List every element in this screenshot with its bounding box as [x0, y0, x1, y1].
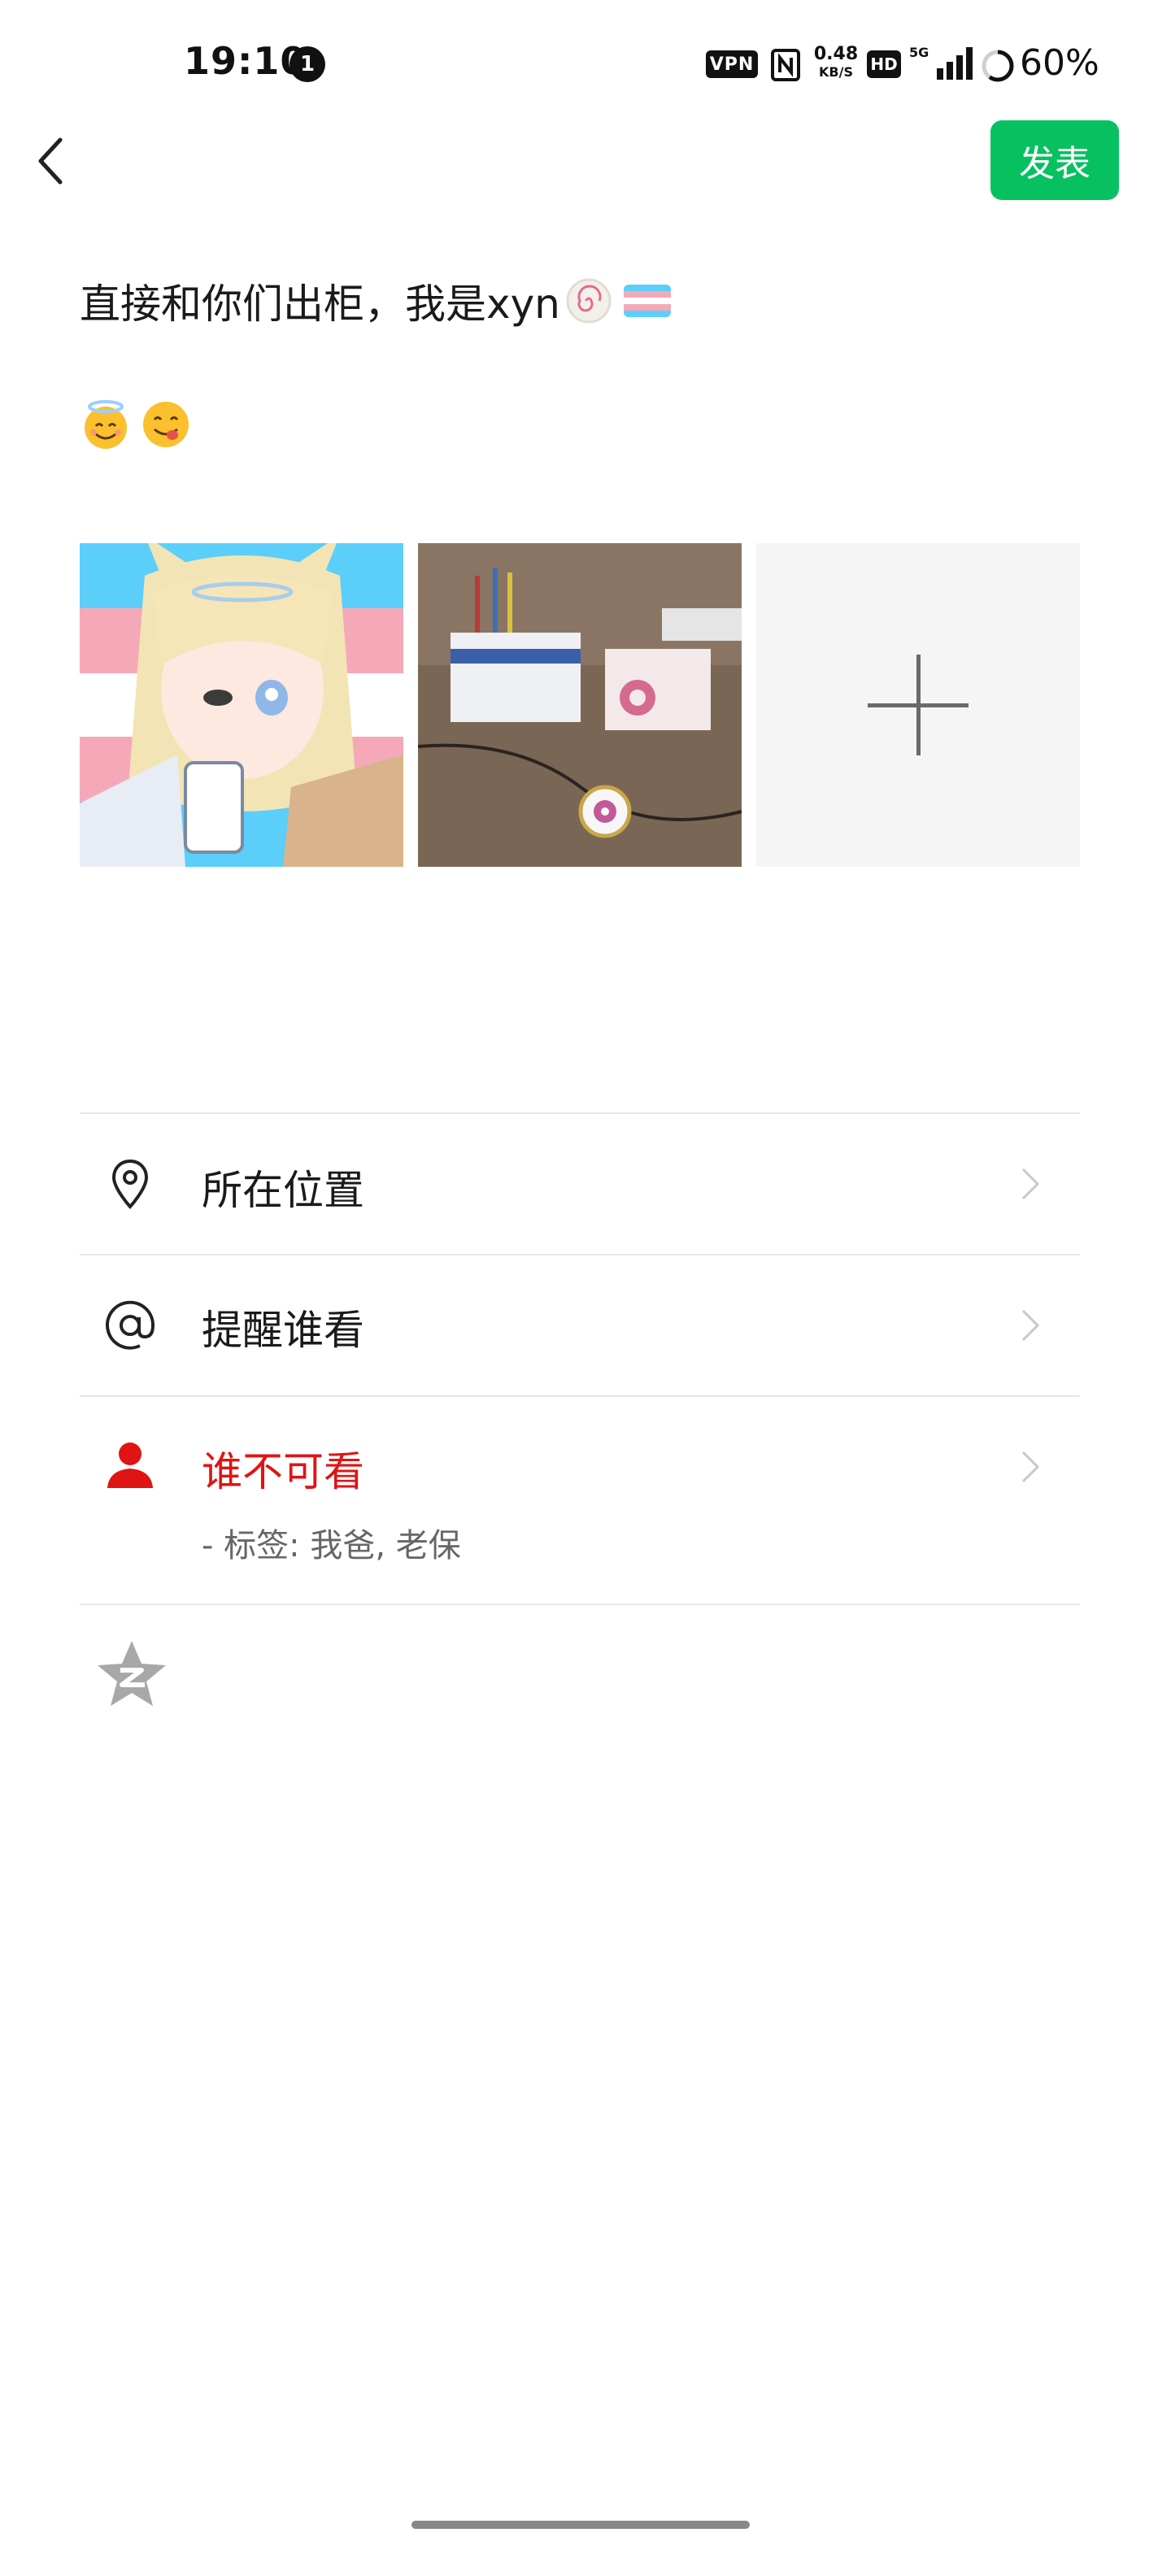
mention-row[interactable]: 提醒谁看 [80, 1255, 1080, 1395]
post-text-area[interactable]: 直接和你们出柜，我是xyn [80, 272, 671, 330]
publish-button[interactable]: 发表 [990, 120, 1119, 200]
location-label: 所在位置 [202, 1167, 364, 1214]
network-speed: 0.48 KB/S [812, 46, 860, 81]
emoji-row [80, 398, 192, 450]
status-bar: 19:10 1 VPN 0.48 KB/S HD 5G 60% [0, 0, 1171, 130]
mention-label: 提醒谁看 [202, 1307, 364, 1354]
chevron-right-icon [1021, 1451, 1040, 1483]
battery-icon [982, 50, 1014, 82]
network-type-label: 5G [909, 45, 929, 60]
hidden-from-row[interactable]: 谁不可看 - 标签: 我爸, 老保 [80, 1397, 1080, 1610]
signal-5g-icon: 5G [909, 45, 973, 80]
attached-image-1[interactable] [80, 543, 403, 867]
add-image-button[interactable] [756, 543, 1080, 867]
chevron-right-icon [1021, 1309, 1040, 1342]
hidden-from-detail: - 标签: 我爸, 老保 [202, 1527, 461, 1564]
vpn-indicator: VPN [706, 50, 758, 78]
qzone-star-icon[interactable] [96, 1639, 168, 1708]
network-speed-unit: KB/S [819, 64, 853, 80]
status-time: 19:10 [184, 39, 307, 83]
add-image-plus-icon [868, 655, 969, 755]
person-icon [107, 1442, 153, 1488]
home-indicator[interactable] [411, 2521, 750, 2529]
notification-count-badge: 1 [289, 46, 325, 82]
hidden-from-label: 谁不可看 [202, 1448, 364, 1495]
back-arrow-icon[interactable] [33, 135, 68, 187]
transgender-flag-emoji-icon [623, 285, 671, 317]
post-text: 直接和你们出柜，我是xyn [80, 281, 560, 328]
hd-voice-indicator: HD [867, 50, 901, 78]
attached-image-2[interactable] [418, 543, 742, 867]
nfc-icon [771, 49, 800, 81]
location-pin-icon [111, 1159, 149, 1209]
yum-face-emoji-icon [143, 402, 189, 447]
chevron-right-icon [1021, 1168, 1040, 1200]
anime-character-image [80, 543, 403, 867]
list-divider [80, 1603, 1080, 1605]
halo-smile-emoji-icon [85, 400, 127, 449]
at-sign-icon [106, 1300, 155, 1350]
medicine-photo-image [418, 543, 742, 867]
network-speed-value: 0.48 [813, 44, 859, 64]
battery-percent: 60% [1020, 42, 1099, 84]
location-row[interactable]: 所在位置 [80, 1114, 1080, 1254]
fish-cake-emoji-icon [566, 278, 612, 324]
